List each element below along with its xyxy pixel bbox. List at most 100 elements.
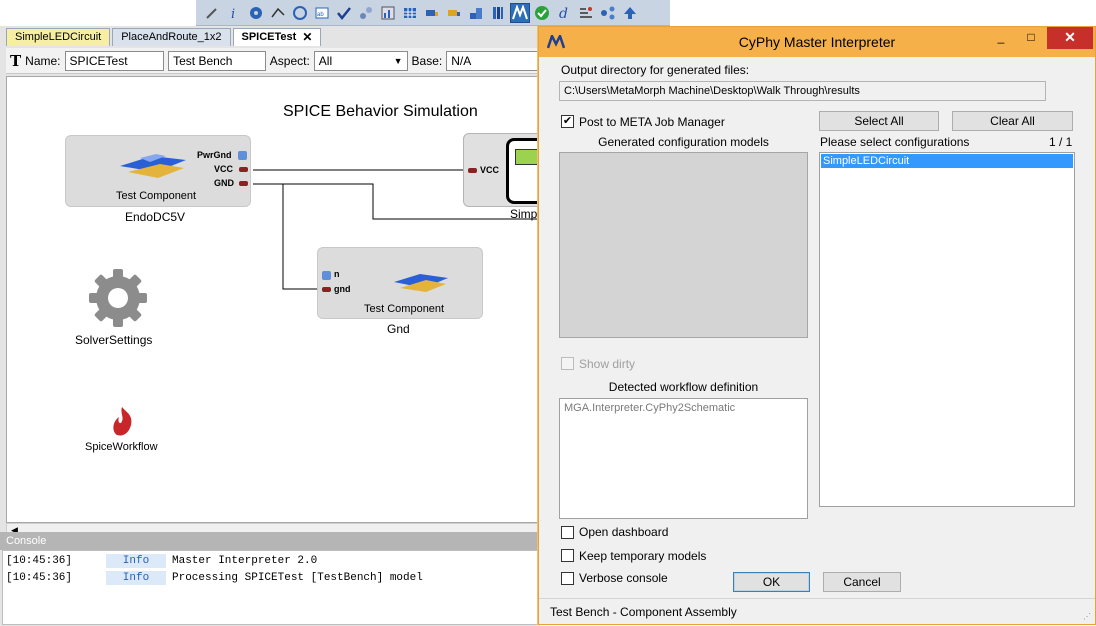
settings-icon[interactable]	[290, 3, 310, 23]
n-port-icon	[322, 271, 331, 280]
close-button[interactable]: ✕	[1047, 27, 1093, 49]
svg-text:i: i	[231, 7, 235, 21]
solver-settings-label: SolverSettings	[75, 333, 153, 347]
keep-temp-checkbox[interactable]	[561, 549, 574, 562]
port-label-gnd: GND	[214, 178, 234, 188]
list-item: MGA.Interpreter.CyPhy2Schematic	[564, 402, 736, 414]
port-gnd[interactable]	[239, 181, 248, 186]
truck-icon[interactable]	[422, 3, 442, 23]
console-output[interactable]: [10:45:36] Info Master Interpreter 2.0 […	[2, 550, 540, 625]
chart-icon[interactable]	[378, 3, 398, 23]
properties-bar: T Name: SPICETest Test Bench Aspect: All…	[6, 48, 540, 74]
info-icon[interactable]: i	[224, 3, 244, 23]
svg-text:ab: ab	[317, 12, 324, 18]
cluster-icon[interactable]	[356, 3, 376, 23]
aspect-value: All	[318, 53, 333, 68]
tab-placeandroute[interactable]: PlaceAndRoute_1x2	[112, 28, 231, 46]
editor-tabs: SimpleLEDCircuit PlaceAndRoute_1x2 SPICE…	[6, 28, 323, 48]
verbose-console-label: Verbose console	[579, 571, 668, 585]
workflow-icon[interactable]	[109, 405, 135, 439]
name-field[interactable]: SPICETest	[64, 50, 165, 71]
show-dirty-checkbox[interactable]	[561, 357, 574, 370]
circuit-icon	[506, 138, 539, 204]
grid-icon[interactable]	[400, 3, 420, 23]
selection-count: 1 / 1	[1049, 135, 1073, 149]
output-dir-label: Output directory for generated files:	[561, 63, 750, 77]
list-item[interactable]: SimpleLEDCircuit	[821, 154, 1073, 168]
text-tool-icon[interactable]: T	[10, 52, 21, 70]
tab-label: PlaceAndRoute_1x2	[121, 31, 222, 43]
kind-field: Test Bench	[168, 50, 266, 71]
master-interpreter-dialog: CyPhy Master Interpreter _ □ ✕ Output di…	[538, 26, 1096, 625]
maximize-button[interactable]: □	[1017, 27, 1045, 49]
tab-simpleledcircuit[interactable]: SimpleLEDCircuit	[6, 28, 111, 46]
log-message: Master Interpreter 2.0	[172, 555, 318, 567]
port-vcc[interactable]	[468, 168, 477, 173]
gear-icon[interactable]	[246, 3, 266, 23]
minimize-button[interactable]: _	[987, 27, 1015, 49]
model-canvas[interactable]: SPICE Behavior Simulation Test Component…	[6, 76, 540, 523]
post-job-manager-checkbox[interactable]: ✔	[561, 115, 574, 128]
check-icon[interactable]	[334, 3, 354, 23]
tools-icon[interactable]	[576, 3, 596, 23]
verbose-console-checkbox[interactable]	[561, 572, 574, 585]
ok-button[interactable]: OK	[733, 572, 810, 592]
base-field: N/A	[446, 50, 540, 71]
gear-icon[interactable]	[87, 267, 149, 329]
endodc5v-component[interactable]: Test Component PwrGnd VCC GND	[65, 135, 251, 207]
component-name-simp: Simp	[510, 207, 538, 221]
select-all-button[interactable]: Select All	[819, 111, 939, 131]
meta-icon[interactable]	[510, 2, 530, 23]
connect-icon[interactable]	[268, 3, 288, 23]
workflow-list[interactable]: MGA.Interpreter.CyPhy2Schematic	[559, 398, 808, 519]
open-dashboard-checkbox[interactable]	[561, 526, 574, 539]
arrow-up-icon[interactable]	[620, 3, 640, 23]
d-icon[interactable]: d	[554, 3, 574, 23]
spice-workflow-label: SpiceWorkflow	[85, 441, 158, 453]
green-check-icon[interactable]	[532, 3, 552, 23]
truck2-icon[interactable]	[444, 3, 464, 23]
port-label-vcc: VCC	[214, 164, 234, 174]
log-row: [10:45:36] Info Processing SPICETest [Te…	[6, 571, 423, 585]
port-label-gnd: gnd	[334, 284, 351, 294]
post-job-manager-label: Post to META Job Manager	[579, 115, 725, 129]
books-icon[interactable]	[488, 3, 508, 23]
blocks-icon[interactable]	[466, 3, 486, 23]
component-name-endodc5v: EndoDC5V	[125, 210, 186, 224]
log-time: [10:45:36]	[6, 572, 73, 584]
generated-models-label: Generated configuration models	[598, 135, 769, 149]
name-label: Name:	[25, 53, 61, 68]
status-text: Test Bench - Component Assembly	[550, 605, 737, 619]
port-vcc[interactable]	[239, 167, 248, 172]
svg-text:d: d	[559, 6, 568, 21]
generated-models-list[interactable]	[559, 152, 808, 338]
output-dir-field[interactable]: C:\Users\MetaMorph Machine\Desktop\Walk …	[559, 81, 1046, 101]
network-icon[interactable]	[598, 3, 618, 23]
tab-spicetest[interactable]: SPICETest ✕	[232, 28, 322, 46]
pwrgnd-icon	[238, 151, 247, 160]
log-message: Processing SPICETest [TestBench] model	[172, 572, 423, 584]
port-gnd[interactable]	[322, 287, 331, 292]
table-icon[interactable]: ab	[312, 3, 332, 23]
status-bar: Test Bench - Component Assembly ⋰	[539, 598, 1095, 624]
clear-all-button[interactable]: Clear All	[952, 111, 1073, 131]
dialog-titlebar[interactable]: CyPhy Master Interpreter _ □ ✕	[539, 27, 1095, 57]
chevron-down-icon: ▼	[393, 55, 403, 66]
keep-temp-label: Keep temporary models	[579, 549, 707, 563]
component-icon	[120, 154, 186, 178]
please-select-label: Please select configurations	[820, 135, 970, 149]
open-dashboard-label: Open dashboard	[579, 525, 669, 539]
configurations-list[interactable]: SimpleLEDCircuit	[819, 152, 1075, 507]
show-dirty-label: Show dirty	[579, 357, 636, 371]
pencil-icon[interactable]	[202, 3, 222, 23]
resize-grip-icon[interactable]: ⋰	[1083, 612, 1091, 621]
cancel-button[interactable]: Cancel	[823, 572, 901, 592]
component-icon	[394, 274, 448, 292]
aspect-select[interactable]: All ▼	[313, 50, 408, 71]
gnd-component[interactable]: n gnd Test Component	[317, 247, 483, 319]
component-type-label: Test Component	[116, 190, 197, 202]
close-icon[interactable]: ✕	[302, 29, 312, 46]
simp-component[interactable]: VCC	[463, 133, 539, 207]
tab-label: SimpleLEDCircuit	[15, 31, 102, 43]
base-label: Base:	[411, 53, 443, 68]
